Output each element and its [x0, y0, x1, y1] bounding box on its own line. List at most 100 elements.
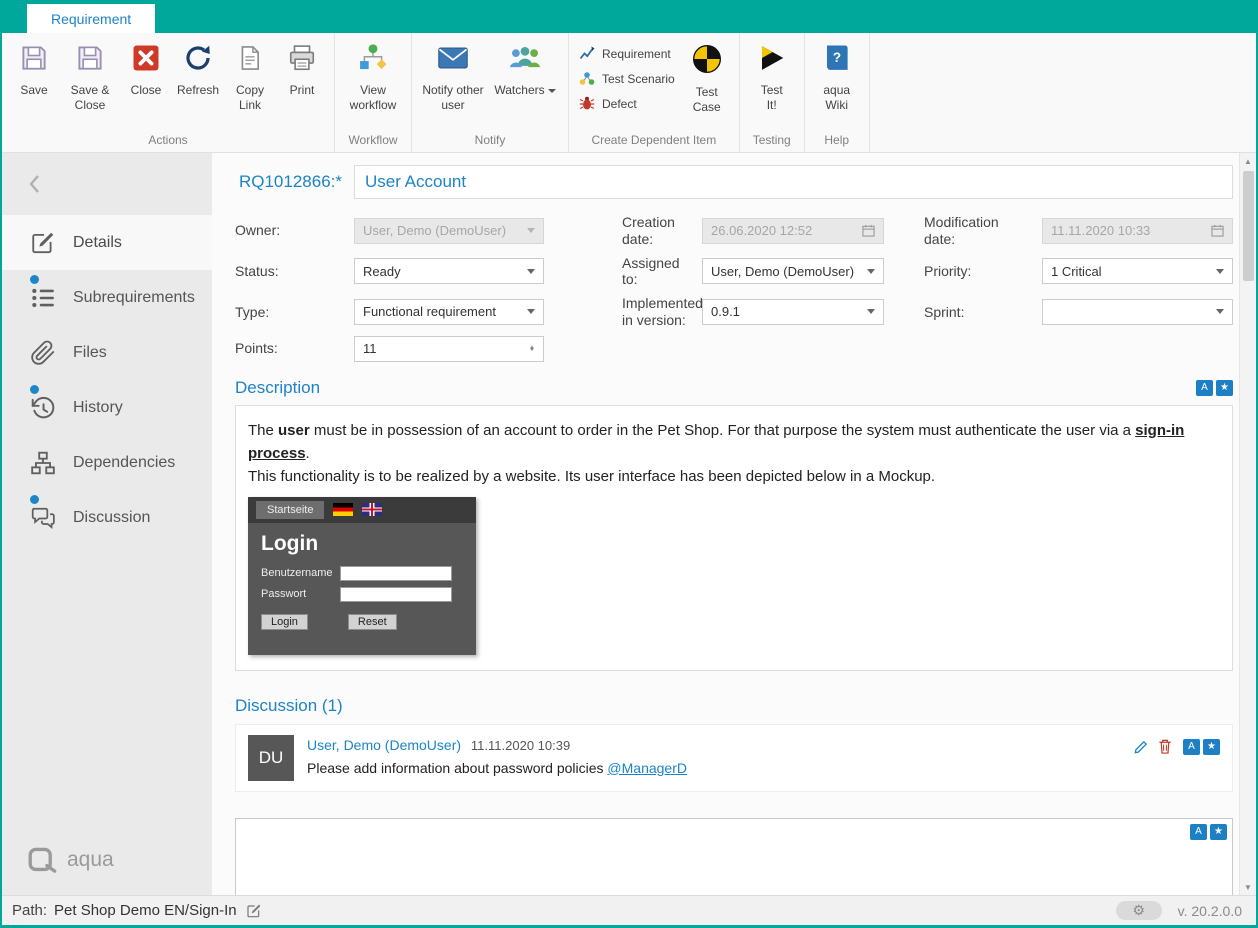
group-label-testing: Testing	[746, 131, 798, 152]
format-a-badge[interactable]: A	[1190, 824, 1207, 840]
chat-bubbles-icon	[30, 505, 56, 531]
login-mockup-image: Startseite Login Benutzername Passwort	[248, 497, 476, 655]
tab-requirement[interactable]: Requirement	[27, 4, 155, 33]
history-icon	[30, 395, 56, 421]
new-comment-input[interactable]: A ★	[235, 818, 1233, 895]
notification-dot	[30, 385, 39, 394]
app-window: Requirement Save Save & Close Close	[0, 0, 1258, 928]
create-requirement-label: Requirement	[602, 47, 671, 61]
discussion-heading: Discussion (1)	[235, 696, 343, 716]
save-close-icon	[75, 43, 105, 78]
points-input[interactable]: 11 ▲▼	[354, 336, 544, 362]
comment-author-link[interactable]: User, Demo (DemoUser)	[307, 737, 461, 753]
ribbon-group-help: ? aqua Wiki Help	[805, 33, 870, 152]
test-scenario-icon	[579, 70, 595, 89]
chevron-down-icon	[867, 309, 875, 314]
implemented-in-version-value: 0.9.1	[711, 304, 740, 319]
priority-dropdown[interactable]: 1 Critical	[1042, 258, 1233, 284]
test-it-icon	[757, 43, 787, 78]
assigned-to-label: Assigned to:	[622, 255, 702, 289]
save-close-button[interactable]: Save & Close	[60, 35, 120, 131]
mockup-header: Startseite	[248, 497, 476, 523]
sidebar-item-details-label: Details	[73, 234, 122, 252]
group-label-workflow: Workflow	[341, 131, 405, 152]
mention-link[interactable]: @ManagerD	[607, 760, 687, 776]
ribbon-group-testing: Test It! Testing	[740, 33, 805, 152]
create-requirement-button[interactable]: Requirement	[579, 45, 675, 63]
title-input[interactable]: User Account	[354, 165, 1233, 199]
sidebar-item-details[interactable]: Details	[2, 215, 212, 270]
test-case-icon	[691, 43, 723, 80]
view-workflow-button[interactable]: View workflow	[341, 35, 405, 131]
mockup-reset-button: Reset	[348, 614, 397, 630]
sidebar-item-files[interactable]: Files	[2, 325, 212, 380]
edit-details-icon	[30, 230, 56, 256]
favorite-star-badge[interactable]: ★	[1210, 824, 1227, 840]
sidebar-item-discussion[interactable]: Discussion	[2, 490, 212, 545]
sprint-dropdown[interactable]	[1042, 299, 1233, 325]
collapse-sidebar-button[interactable]	[2, 153, 212, 215]
scroll-up-arrow[interactable]: ▲	[1240, 153, 1256, 169]
save-icon	[19, 43, 49, 78]
favorite-star-badge[interactable]: ★	[1216, 380, 1233, 396]
notify-other-user-button[interactable]: Notify other user	[418, 35, 488, 131]
status-dropdown[interactable]: Ready	[354, 258, 544, 284]
create-test-scenario-label: Test Scenario	[602, 72, 675, 86]
scrollbar-thumb[interactable]	[1243, 171, 1254, 281]
create-test-case-button[interactable]: Test Case	[681, 35, 733, 131]
close-button[interactable]: Close	[120, 35, 172, 131]
scroll-down-arrow[interactable]: ▼	[1240, 879, 1256, 895]
description-editor[interactable]: The user must be in possession of an acc…	[235, 405, 1233, 671]
watchers-button[interactable]: Watchers	[488, 35, 562, 131]
points-value: 11	[363, 341, 377, 356]
refresh-label: Refresh	[177, 83, 219, 98]
type-dropdown[interactable]: Functional requirement	[354, 299, 544, 325]
comment-header: User, Demo (DemoUser) 11.11.2020 10:39	[307, 737, 687, 753]
mockup-login-button: Login	[261, 614, 308, 630]
requirement-id: RQ1012866:*	[235, 172, 354, 192]
creation-date-field: 26.06.2020 12:52	[702, 218, 884, 244]
settings-gear-icon[interactable]: ⚙	[1116, 901, 1162, 920]
status-value: Ready	[363, 264, 401, 279]
copy-link-button[interactable]: Copy Link	[224, 35, 276, 131]
workflow-icon	[357, 43, 389, 78]
avatar: DU	[248, 735, 294, 781]
sidebar-item-dependencies[interactable]: Dependencies	[2, 435, 212, 490]
content-area: RQ1012866:* User Account Owner: User, De…	[212, 153, 1239, 895]
create-defect-button[interactable]: Defect	[579, 95, 675, 113]
save-label: Save	[20, 83, 47, 98]
assigned-to-dropdown[interactable]: User, Demo (DemoUser)	[702, 258, 884, 284]
mockup-login-title: Login	[248, 523, 476, 563]
description-heading: Description	[235, 378, 320, 398]
german-flag-icon	[333, 503, 353, 516]
sidebar-item-subrequirements[interactable]: Subrequirements	[2, 270, 212, 325]
watchers-label: Watchers	[494, 83, 544, 98]
delete-comment-icon[interactable]	[1158, 739, 1172, 754]
favorite-star-badge[interactable]: ★	[1203, 739, 1220, 755]
edit-path-icon[interactable]	[246, 903, 262, 919]
edit-comment-icon[interactable]	[1134, 739, 1149, 754]
wiki-book-icon: ?	[823, 43, 851, 78]
format-a-badge[interactable]: A	[1183, 739, 1200, 755]
notification-dot	[30, 495, 39, 504]
group-label-create-dependent: Create Dependent Item	[575, 131, 733, 152]
create-test-scenario-button[interactable]: Test Scenario	[579, 70, 675, 88]
implemented-in-version-dropdown[interactable]: 0.9.1	[702, 299, 884, 325]
mockup-tab: Startseite	[256, 501, 324, 519]
save-button[interactable]: Save	[8, 35, 60, 131]
sidebar-item-history[interactable]: History	[2, 380, 212, 435]
calendar-icon	[862, 224, 875, 237]
print-label: Print	[290, 83, 315, 98]
refresh-button[interactable]: Refresh	[172, 35, 224, 131]
test-it-button[interactable]: Test It!	[746, 35, 798, 131]
create-test-case-label: Test Case	[689, 85, 725, 115]
vertical-scrollbar[interactable]: ▲ ▼	[1239, 153, 1256, 895]
format-a-badge[interactable]: A	[1196, 380, 1213, 396]
print-button[interactable]: Print	[276, 35, 328, 131]
aqua-logo-text: aqua	[67, 848, 114, 872]
refresh-icon	[183, 43, 213, 78]
status-label: Status:	[235, 263, 354, 280]
calendar-icon	[1211, 224, 1224, 237]
aqua-logo: aqua	[2, 847, 212, 895]
aqua-wiki-button[interactable]: ? aqua Wiki	[811, 35, 863, 131]
